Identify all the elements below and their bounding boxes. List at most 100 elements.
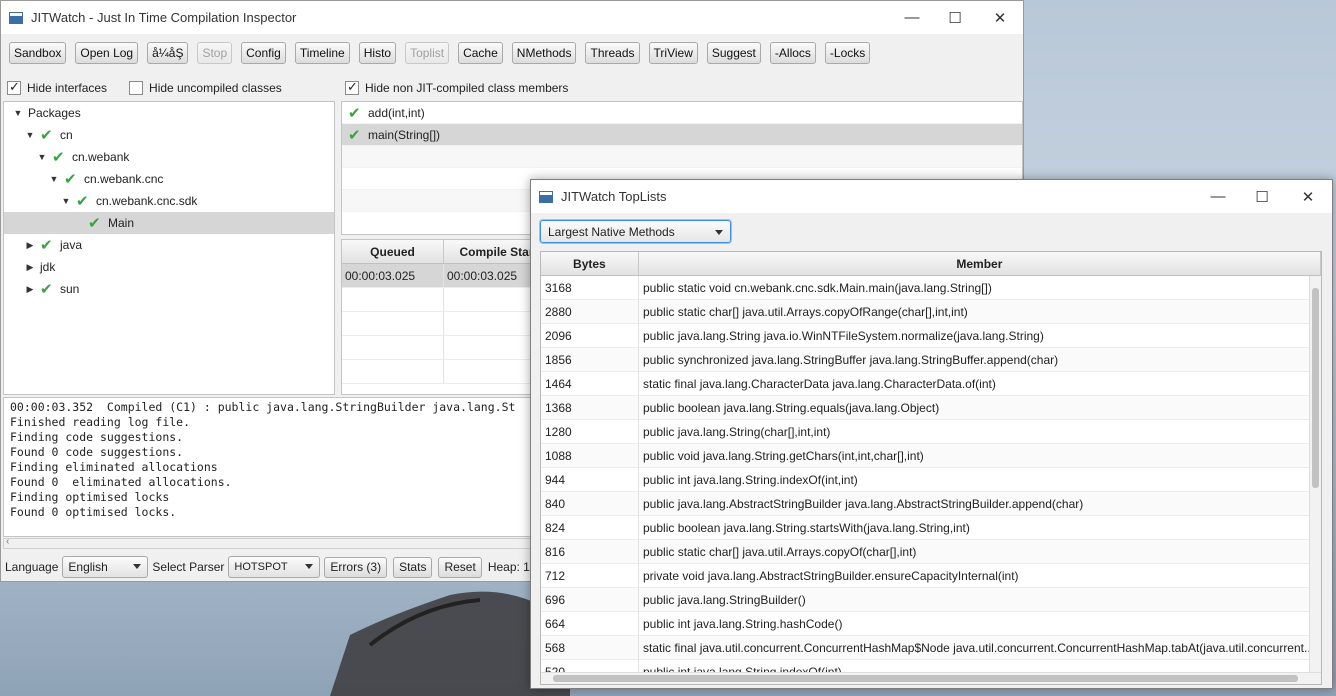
- collapsed-arrow-icon[interactable]: ▶: [24, 240, 36, 251]
- tree-item-packages[interactable]: ▼ Packages: [4, 102, 334, 124]
- scroll-thumb[interactable]: [1312, 288, 1319, 488]
- collapsed-arrow-icon[interactable]: ▶: [24, 284, 36, 295]
- bytes-cell: 2096: [541, 324, 639, 347]
- start-button[interactable]: å¼åŞ: [147, 42, 189, 64]
- toplist-vertical-scrollbar[interactable]: [1309, 276, 1321, 676]
- table-row[interactable]: 712 private void java.lang.AbstractString…: [541, 564, 1321, 588]
- config-button[interactable]: Config: [241, 42, 286, 64]
- cache-button[interactable]: Cache: [458, 42, 503, 64]
- scroll-thumb[interactable]: [553, 675, 1298, 682]
- compiled-check-icon: ✔: [88, 215, 101, 232]
- bytes-cell: 664: [541, 612, 639, 635]
- tree-item-main[interactable]: ✔ Main: [4, 212, 334, 234]
- table-row[interactable]: 568 static final java.util.concurrent.Con…: [541, 636, 1321, 660]
- toplist-horizontal-scrollbar[interactable]: [541, 672, 1321, 684]
- column-header-queued[interactable]: Queued: [342, 240, 444, 263]
- column-header-bytes[interactable]: Bytes: [541, 252, 639, 275]
- threads-button[interactable]: Threads: [585, 42, 640, 64]
- stop-button[interactable]: Stop: [197, 42, 233, 64]
- stats-button[interactable]: Stats: [393, 556, 433, 578]
- tree-item-cn-webank-cnc[interactable]: ▼ ✔ cn.webank.cnc: [4, 168, 334, 190]
- checkbox-icon[interactable]: [129, 81, 144, 95]
- checkbox-icon[interactable]: [7, 79, 21, 95]
- expanded-arrow-icon[interactable]: ▼: [60, 196, 72, 206]
- table-row[interactable]: 1464 static final java.lang.CharacterData…: [541, 372, 1321, 396]
- toplist-table: Bytes Member 3168 public static void cn.w…: [540, 251, 1322, 685]
- tree-item-sun[interactable]: ▶ ✔ sun: [4, 278, 334, 300]
- chevron-down-icon: [133, 564, 142, 569]
- tree-item-java[interactable]: ▶ ✔ java: [4, 234, 334, 256]
- member-cell: private void java.lang.AbstractStringBui…: [643, 568, 1019, 583]
- expanded-arrow-icon[interactable]: ▼: [12, 108, 24, 118]
- bytes-cell: 840: [541, 492, 639, 515]
- minimize-button[interactable]: —: [889, 1, 935, 34]
- table-row[interactable]: 824 public boolean java.lang.String.start…: [541, 516, 1321, 540]
- tree-item-cn-webank[interactable]: ▼ ✔ cn.webank: [4, 146, 334, 168]
- member-cell: public boolean java.lang.String.equals(j…: [643, 400, 940, 415]
- table-row[interactable]: 944 public int java.lang.String.indexOf(i…: [541, 468, 1321, 492]
- locks-button[interactable]: -Locks: [824, 42, 871, 64]
- member-label: main(String[]): [368, 127, 441, 142]
- language-select[interactable]: English: [62, 556, 149, 578]
- bytes-cell: 2880: [541, 300, 639, 323]
- close-button[interactable]: ✕: [977, 1, 1023, 34]
- table-row[interactable]: 2880 public static char[] java.util.Array…: [541, 300, 1321, 324]
- table-row[interactable]: 1088 public void java.lang.String.getChar…: [541, 444, 1321, 468]
- triview-button[interactable]: TriView: [648, 42, 698, 64]
- reset-button[interactable]: Reset: [438, 556, 482, 578]
- table-row[interactable]: 696 public java.lang.StringBuilder(): [541, 588, 1321, 612]
- toolbar: Sandbox Open Log å¼åŞ Stop Config Timeli…: [1, 34, 1023, 72]
- tree-item-label: cn.webank: [72, 150, 130, 164]
- open-log-button[interactable]: Open Log: [75, 42, 139, 64]
- table-row[interactable]: 1856 public synchronized java.lang.String…: [541, 348, 1321, 372]
- timeline-button[interactable]: Timeline: [294, 42, 350, 64]
- bytes-cell: 3168: [541, 276, 639, 299]
- hide-non-jit-toggle[interactable]: Hide non JIT-compiled class members: [345, 79, 569, 95]
- errors-button[interactable]: Errors (3): [324, 556, 388, 578]
- suggest-button[interactable]: Suggest: [706, 42, 761, 64]
- table-row[interactable]: 816 public static char[] java.util.Arrays…: [541, 540, 1321, 564]
- member-cell: public void java.lang.String.getChars(in…: [643, 448, 924, 463]
- toplists-titlebar[interactable]: JITWatch TopLists — ☐ ✕: [531, 180, 1332, 213]
- member-item-add[interactable]: ✔ add(int,int): [342, 102, 1022, 124]
- sandbox-button[interactable]: Sandbox: [9, 42, 67, 64]
- hide-uncompiled-toggle[interactable]: Hide uncompiled classes: [129, 81, 282, 95]
- collapsed-arrow-icon[interactable]: ▶: [24, 262, 36, 273]
- table-row[interactable]: 840 public java.lang.AbstractStringBuilde…: [541, 492, 1321, 516]
- tree-item-jdk[interactable]: ▶ jdk: [4, 256, 334, 278]
- tree-item-label: Main: [108, 216, 135, 230]
- maximize-button[interactable]: ☐: [1239, 180, 1285, 213]
- histo-button[interactable]: Histo: [358, 42, 397, 64]
- checkbox-icon[interactable]: [345, 79, 359, 95]
- parser-select[interactable]: HOTSPOT: [228, 556, 321, 578]
- scroll-left-icon[interactable]: ‹: [6, 536, 9, 547]
- hide-interfaces-toggle[interactable]: Hide interfaces: [7, 79, 107, 95]
- table-row[interactable]: 1368 public boolean java.lang.String.equa…: [541, 396, 1321, 420]
- member-item-main[interactable]: ✔ main(String[]): [342, 124, 1022, 146]
- main-titlebar[interactable]: JITWatch - Just In Time Compilation Insp…: [1, 1, 1023, 34]
- maximize-button[interactable]: ☐: [932, 1, 978, 34]
- column-header-member[interactable]: Member: [639, 252, 1321, 275]
- expanded-arrow-icon[interactable]: ▼: [48, 174, 60, 184]
- member-cell: public static char[] java.util.Arrays.co…: [643, 544, 917, 559]
- table-row[interactable]: 3168 public static void cn.webank.cnc.sdk…: [541, 276, 1321, 300]
- hide-non-jit-label: Hide non JIT-compiled class members: [365, 81, 569, 95]
- tree-item-cn[interactable]: ▼ ✔ cn: [4, 124, 334, 146]
- compiled-check-icon: ✔: [348, 104, 361, 122]
- toplist-button[interactable]: Toplist: [405, 42, 450, 64]
- member-cell: public static void cn.webank.cnc.sdk.Mai…: [643, 280, 992, 295]
- table-row[interactable]: 1280 public java.lang.String(char[],int,i…: [541, 420, 1321, 444]
- allocs-button[interactable]: -Allocs: [769, 42, 816, 64]
- tree-item-cn-webank-cnc-sdk[interactable]: ▼ ✔ cn.webank.cnc.sdk: [4, 190, 334, 212]
- toplist-rows: 3168 public static void cn.webank.cnc.sdk…: [541, 276, 1321, 684]
- nmethods-button[interactable]: NMethods: [511, 42, 577, 64]
- table-row[interactable]: 2096 public java.lang.String java.io.WinN…: [541, 324, 1321, 348]
- tree-item-label: cn: [60, 128, 73, 142]
- expanded-arrow-icon[interactable]: ▼: [36, 152, 48, 162]
- toplist-type-select[interactable]: Largest Native Methods: [540, 220, 731, 243]
- bytes-cell: 712: [541, 564, 639, 587]
- minimize-button[interactable]: —: [1195, 180, 1241, 213]
- expanded-arrow-icon[interactable]: ▼: [24, 130, 36, 140]
- close-button[interactable]: ✕: [1285, 180, 1331, 213]
- table-row[interactable]: 664 public int java.lang.String.hashCode(…: [541, 612, 1321, 636]
